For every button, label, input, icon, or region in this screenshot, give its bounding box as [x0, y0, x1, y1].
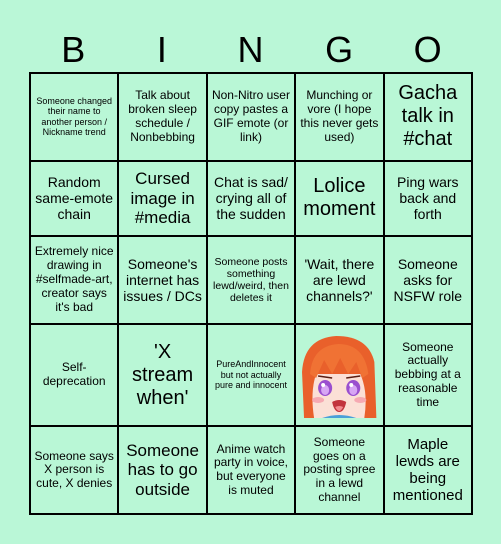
- header-letter-n: N: [237, 29, 264, 70]
- bingo-cell[interactable]: Someone says X person is cute, X denies: [28, 425, 120, 515]
- board-row: Random same-emote chain Cursed image in …: [28, 159, 474, 238]
- bingo-cell[interactable]: Non-Nitro user copy pastes a GIF emote (…: [205, 72, 297, 162]
- header-letter-o: O: [413, 29, 442, 70]
- bingo-cell[interactable]: Munching or vore (I hope this never gets…: [294, 72, 385, 162]
- bingo-cell[interactable]: Someone posts something lewd/weird, then…: [205, 235, 297, 325]
- board-row: Self-deprecation 'X stream when' PureAnd…: [28, 322, 474, 428]
- header-letter-i: I: [156, 29, 167, 70]
- bingo-cell[interactable]: 'Wait, there are lewd channels?': [294, 235, 385, 325]
- board-row: Someone changed their name to another pe…: [28, 72, 474, 162]
- bingo-cell[interactable]: Anime watch party in voice, but everyone…: [205, 425, 297, 515]
- board-row: Someone says X person is cute, X denies …: [28, 425, 474, 515]
- board-row: Extremely nice drawing in #selfmade-art,…: [28, 235, 474, 325]
- bingo-board: Someone changed their name to another pe…: [28, 72, 474, 515]
- bingo-cell[interactable]: Someone goes on a posting spree in a lew…: [294, 425, 385, 515]
- bingo-cell[interactable]: Gacha talk in #chat: [382, 72, 474, 162]
- bingo-cell[interactable]: Lolice moment: [294, 159, 385, 238]
- bingo-cell[interactable]: PureAndInnocent but not actually pure an…: [205, 322, 297, 428]
- free-space-cell[interactable]: [294, 322, 385, 428]
- bingo-cell[interactable]: Cursed image in #media: [117, 159, 208, 238]
- header-letter-b: B: [61, 29, 86, 70]
- bingo-cell[interactable]: Talk about broken sleep schedule / Nonbe…: [117, 72, 208, 162]
- anime-girl-free-space-icon: [297, 332, 382, 418]
- bingo-cell[interactable]: Someone changed their name to another pe…: [28, 72, 120, 162]
- bingo-cell[interactable]: Extremely nice drawing in #selfmade-art,…: [28, 235, 120, 325]
- header-letter-g: G: [325, 29, 354, 70]
- bingo-cell[interactable]: Someone asks for NSFW role: [382, 235, 474, 325]
- bingo-cell[interactable]: Someone actually bebbing at a reasonable…: [382, 322, 474, 428]
- bingo-cell[interactable]: Someone has to go outside: [117, 425, 208, 515]
- bingo-cell[interactable]: Chat is sad/ crying all of the sudden: [205, 159, 297, 238]
- bingo-cell[interactable]: Ping wars back and forth: [382, 159, 474, 238]
- bingo-cell[interactable]: Maple lewds are being mentioned: [382, 425, 474, 515]
- bingo-header: B I N G O: [29, 30, 472, 70]
- bingo-cell[interactable]: Someone's internet has issues / DCs: [117, 235, 208, 325]
- bingo-cell[interactable]: 'X stream when': [117, 322, 208, 428]
- bingo-cell[interactable]: Self-deprecation: [28, 322, 120, 428]
- bingo-cell[interactable]: Random same-emote chain: [28, 159, 120, 238]
